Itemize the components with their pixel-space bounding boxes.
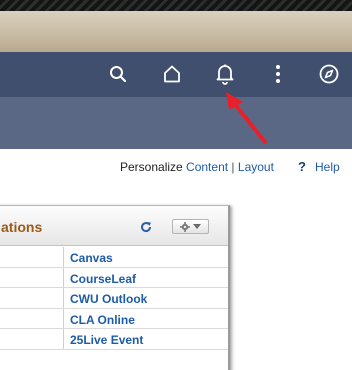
personalize-text: Personalize Content | Layout — [120, 160, 274, 174]
table-cell-blank — [0, 308, 64, 328]
table-cell-blank — [0, 247, 64, 267]
table-row: CLA Online — [0, 308, 228, 329]
help-link[interactable]: Help — [315, 160, 340, 174]
home-icon[interactable] — [158, 60, 186, 88]
banner-band — [0, 11, 352, 52]
pagelet-title: ations — [1, 219, 43, 235]
link-cla-online[interactable]: CLA Online — [70, 313, 135, 327]
more-vertical-icon[interactable] — [264, 60, 292, 88]
gear-icon — [180, 221, 190, 232]
pagelet-settings-button[interactable] — [172, 219, 209, 234]
link-25live-event[interactable]: 25Live Event — [70, 333, 143, 347]
applications-pagelet: ations Canvas CourseLeaf CWU Outlook CLA… — [0, 205, 230, 370]
top-navigation-bar — [0, 52, 352, 97]
personalize-label: Personalize — [120, 160, 183, 174]
personalize-content-link[interactable]: Content — [186, 160, 228, 174]
table-row: CourseLeaf — [0, 267, 228, 288]
help-icon[interactable]: ? — [298, 159, 306, 174]
link-courseleaf[interactable]: CourseLeaf — [70, 272, 136, 286]
personalize-bar: Personalize Content | Layout ? Help — [0, 158, 352, 176]
top-decorative-stripe — [0, 0, 352, 11]
table-row: 25Live Event — [0, 329, 228, 350]
table-cell-blank — [0, 329, 64, 349]
pagelet-header: ations — [0, 206, 228, 246]
link-canvas[interactable]: Canvas — [70, 251, 113, 265]
personalize-layout-link[interactable]: Layout — [238, 160, 274, 174]
pagelet-links-table: Canvas CourseLeaf CWU Outlook CLA Online… — [0, 247, 228, 350]
table-row: Canvas — [0, 247, 228, 268]
personalize-separator: | — [231, 160, 235, 174]
table-cell-blank — [0, 288, 64, 308]
bell-icon[interactable] — [211, 60, 239, 88]
compass-icon[interactable] — [315, 60, 343, 88]
table-row: CWU Outlook — [0, 288, 228, 309]
search-icon[interactable] — [104, 60, 132, 88]
refresh-icon[interactable] — [140, 220, 152, 238]
link-cwu-outlook[interactable]: CWU Outlook — [70, 292, 147, 306]
chevron-down-icon — [193, 223, 201, 229]
table-cell-blank — [0, 267, 64, 287]
secondary-header-bar — [0, 97, 352, 149]
